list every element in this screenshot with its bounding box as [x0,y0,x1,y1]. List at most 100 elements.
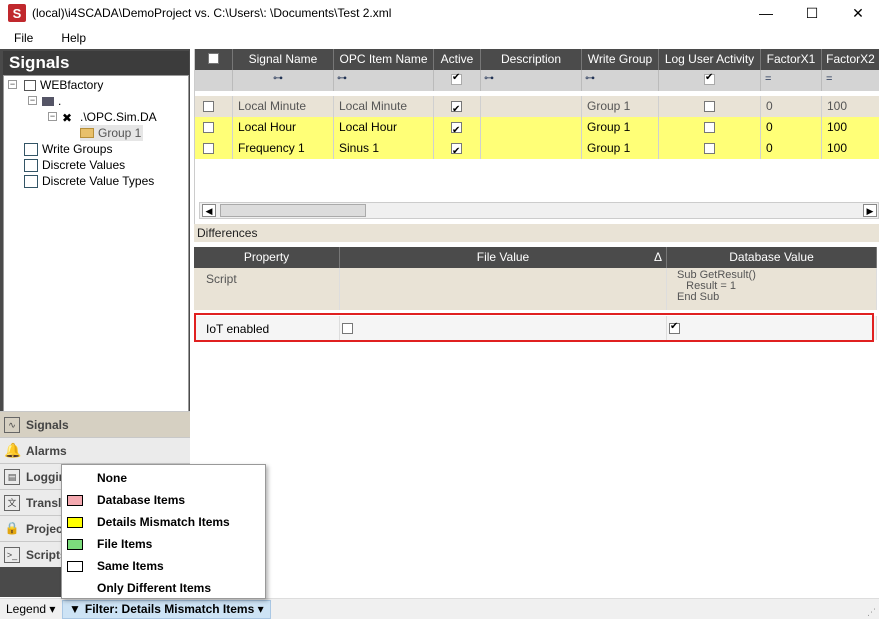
filter-option[interactable]: None [62,467,265,489]
column-signal-name[interactable]: Signal Name [233,49,334,70]
column-property[interactable]: Property [194,247,340,268]
row-checkbox[interactable] [704,122,715,133]
filter-option[interactable]: Database Items [62,489,265,511]
nav-alarms[interactable]: 🔔 Alarms [0,437,190,463]
filter-option-label: File Items [97,537,153,551]
cell-signal-name[interactable]: Local Minute [233,96,334,117]
table-row[interactable]: Local HourLocal Hour Group 1 0100 [195,117,879,138]
tree-discrete-values[interactable]: Discrete Values [24,157,125,173]
cell-write-group[interactable]: Group 1 [582,96,659,117]
filter-option[interactable]: Same Items [62,555,265,577]
collapse-icon[interactable]: − [48,112,57,121]
row-checkbox[interactable] [451,120,462,138]
tree-discrete-value-types[interactable]: Discrete Value Types [24,173,154,189]
tree-write-groups-label: Write Groups [42,142,113,156]
filter-factorx1[interactable]: = [761,70,822,91]
filter-option[interactable]: File Items [62,533,265,555]
script-icon: >_ [4,546,20,563]
cell-description[interactable] [481,117,582,138]
filter-option[interactable]: Details Mismatch Items [62,511,265,533]
tree-server[interactable]: . [42,93,61,109]
cell-checkbox[interactable] [434,138,481,159]
filter-option-label: None [97,471,127,485]
collapse-icon[interactable]: − [28,96,37,105]
tree-group[interactable]: Group 1 [80,125,144,141]
maximize-button[interactable]: ☐ [789,0,835,26]
row-select-checkbox[interactable] [203,122,214,133]
filter-signal-name[interactable]: ⊶ [233,70,334,91]
filter-option[interactable]: Only Different Items [62,577,265,599]
cell-factorx1[interactable]: 0 [761,117,822,138]
row-checkbox[interactable] [704,101,715,112]
collapse-icon[interactable]: − [8,80,17,89]
menu-help[interactable]: Help [47,31,100,45]
cell-checkbox[interactable] [659,138,761,159]
filter-opc-item-name[interactable]: ⊶ [334,70,434,91]
resize-grip-icon[interactable]: ⋰ [867,607,876,618]
legend-dropdown[interactable]: Legend ▾ [0,602,62,616]
cell-checkbox[interactable] [195,138,233,159]
diff-row-script[interactable]: Script Sub GetResult() Result = 1 End Su… [194,268,877,310]
cell-factorx2[interactable]: 100 [822,117,879,138]
scroll-thumb[interactable] [220,204,366,217]
filter-description[interactable]: ⊶ [481,70,582,91]
row-checkbox[interactable] [451,99,462,117]
cell-checkbox[interactable] [434,96,481,117]
signals-icon: ∿ [4,416,20,433]
table-row[interactable]: Local MinuteLocal Minute Group 1 0100 [195,96,879,117]
menu-file[interactable]: File [0,31,47,45]
column-active[interactable]: Active [434,49,481,70]
signal-tree[interactable]: − WEBfactory − . − ✖ .\OPC.Sim.DA Group … [3,75,189,451]
filter-dropdown[interactable]: ▼ Filter: Details Mismatch Items ▾ [62,599,271,619]
cell-opc-item-name[interactable]: Local Minute [334,96,434,117]
row-select-checkbox[interactable] [203,143,214,154]
row-checkbox[interactable] [451,141,462,159]
cell-opc-item-name[interactable]: Local Hour [334,117,434,138]
tree-root[interactable]: WEBfactory [24,77,103,93]
filter-write-group[interactable]: ⊶ [582,70,659,91]
nav-signals[interactable]: ∿ Signals [0,411,190,437]
tree-write-groups[interactable]: Write Groups [24,141,112,157]
cell-opc-item-name[interactable]: Sinus 1 [334,138,434,159]
minimize-button[interactable]: — [743,0,789,26]
cell-checkbox[interactable] [195,96,233,117]
filter-log-user-activity[interactable] [659,70,761,91]
cell-signal-name[interactable]: Frequency 1 [233,138,334,159]
column-write-group[interactable]: Write Group [582,49,659,70]
cell-factorx1[interactable]: 0 [761,96,822,117]
tree-opc-server[interactable]: ✖ .\OPC.Sim.DA [62,109,157,125]
cell-description[interactable] [481,96,582,117]
filter-factorx2[interactable]: = [822,70,879,91]
column-log-user-activity[interactable]: Log User Activity [659,49,761,70]
cell-checkbox[interactable] [195,117,233,138]
column-description[interactable]: Description [481,49,582,70]
close-button[interactable]: ✕ [835,0,879,26]
filter-checkbox[interactable] [451,72,462,85]
table-row[interactable]: Frequency 1Sinus 1 Group 1 0100 [195,138,879,159]
filter-checkbox[interactable] [704,72,715,85]
cell-factorx2[interactable]: 100 [822,138,879,159]
cell-signal-name[interactable]: Local Hour [233,117,334,138]
cell-write-group[interactable]: Group 1 [582,138,659,159]
horizontal-scrollbar[interactable]: ◀ ▶ [199,202,879,219]
cell-checkbox[interactable] [659,96,761,117]
cell-checkbox[interactable] [434,117,481,138]
column-file-value[interactable]: File Value Δ [340,247,667,268]
cell-write-group[interactable]: Group 1 [582,117,659,138]
scroll-left-arrow-icon[interactable]: ◀ [202,204,216,217]
row-select-checkbox[interactable] [203,101,214,112]
column-database-value[interactable]: Database Value [667,247,877,268]
column-opc-item-name[interactable]: OPC Item Name [334,49,434,70]
select-all-checkbox[interactable] [208,53,219,64]
cell-factorx2[interactable]: 100 [822,96,879,117]
column-factorx2[interactable]: FactorX2 [822,49,879,70]
row-checkbox[interactable] [704,143,715,154]
select-all-column[interactable] [195,49,233,70]
sort-icon: Δ [653,250,662,264]
filter-active[interactable] [434,70,481,91]
scroll-right-arrow-icon[interactable]: ▶ [863,204,877,217]
cell-description[interactable] [481,138,582,159]
cell-checkbox[interactable] [659,117,761,138]
column-factorx1[interactable]: FactorX1 [761,49,822,70]
cell-factorx1[interactable]: 0 [761,138,822,159]
